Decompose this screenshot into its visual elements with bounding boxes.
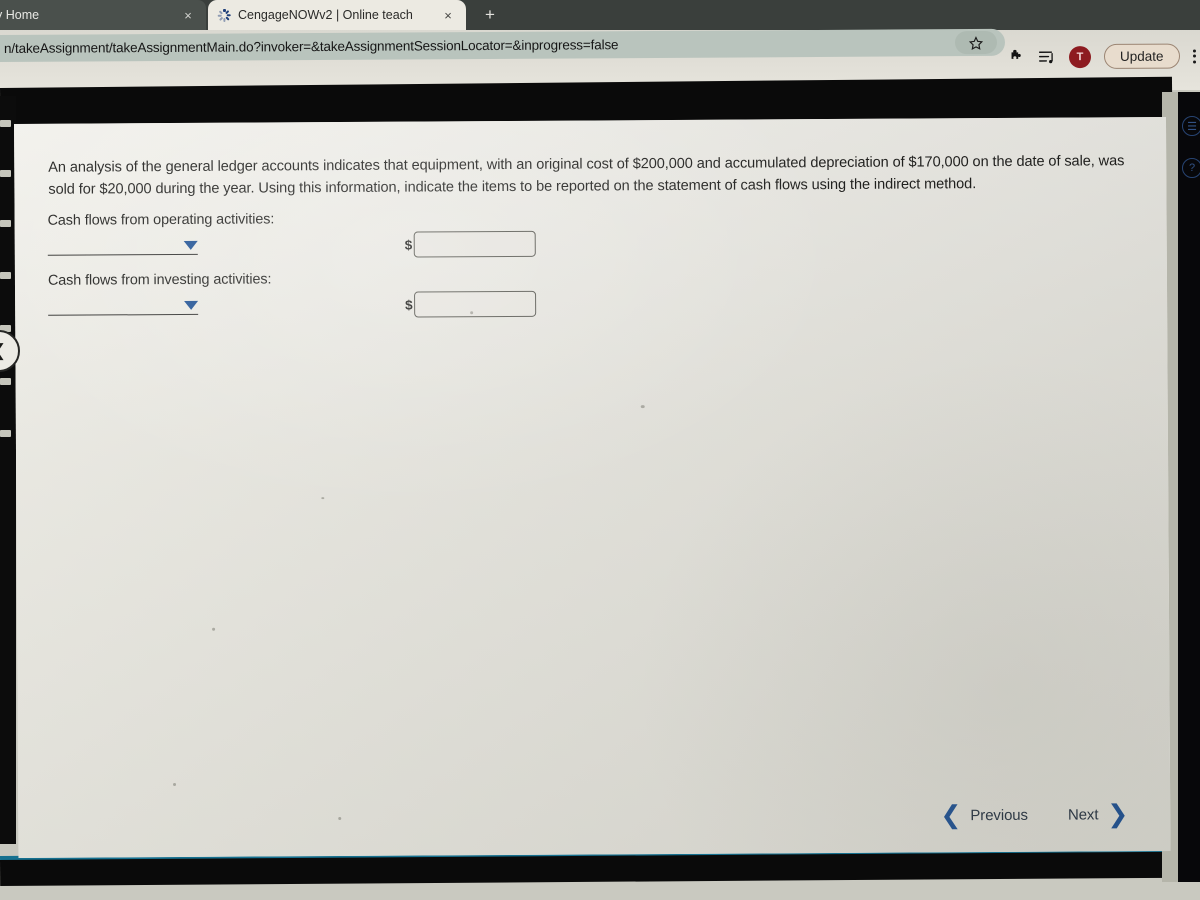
address-bar[interactable]: n/takeAssignment/takeAssignmentMain.do?i… bbox=[0, 28, 1006, 63]
profile-avatar[interactable]: T bbox=[1069, 45, 1092, 68]
select-underline bbox=[47, 232, 198, 256]
investing-amount-input[interactable] bbox=[413, 290, 536, 318]
close-icon[interactable]: × bbox=[180, 7, 196, 23]
menu-icon[interactable]: ☰ bbox=[1182, 116, 1200, 136]
currency-symbol: $ bbox=[404, 237, 413, 253]
bookmark-star-icon[interactable] bbox=[954, 30, 998, 55]
chevron-down-icon[interactable] bbox=[183, 240, 198, 250]
right-dark-panel bbox=[1178, 92, 1200, 882]
operating-amount-input[interactable] bbox=[413, 230, 536, 258]
screenshot-root: y Home × CengageNOWv2 | Online teach × +… bbox=[0, 0, 1200, 900]
help-icon[interactable]: ? bbox=[1182, 158, 1200, 178]
media-playlist-icon[interactable] bbox=[1038, 49, 1056, 65]
browser-chrome: y Home × CengageNOWv2 | Online teach × +… bbox=[0, 0, 1200, 90]
loading-spinner-icon bbox=[218, 8, 232, 22]
operating-amount-row: $ bbox=[404, 230, 536, 258]
left-edge-decor bbox=[0, 100, 12, 800]
browser-action-bar: T Update bbox=[1008, 43, 1197, 70]
browser-tab-strip: y Home × CengageNOWv2 | Online teach × + bbox=[0, 0, 1200, 30]
puzzle-piece-icon[interactable] bbox=[1008, 48, 1025, 65]
operating-activities-select[interactable] bbox=[47, 232, 198, 256]
new-tab-button[interactable]: + bbox=[472, 0, 508, 30]
browser-tab-active[interactable]: CengageNOWv2 | Online teach × bbox=[208, 0, 466, 30]
assignment-page: An analysis of the general ledger accoun… bbox=[14, 116, 1171, 858]
url-text: n/takeAssignment/takeAssignmentMain.do?i… bbox=[3, 37, 619, 56]
chevron-left-icon: ❮ bbox=[940, 801, 962, 830]
previous-button[interactable]: ❮ Previous bbox=[940, 801, 1028, 830]
browser-tab-inactive[interactable]: y Home × bbox=[0, 0, 206, 30]
assignment-navigation: ❮ Previous Next ❯ bbox=[940, 800, 1129, 830]
assignment-page-body: An analysis of the general ledger accoun… bbox=[14, 116, 1171, 858]
chevron-down-icon[interactable] bbox=[184, 300, 199, 310]
kebab-menu-icon[interactable] bbox=[1192, 49, 1197, 64]
browser-tab-title: y Home bbox=[0, 8, 40, 22]
chevron-right-icon: ❯ bbox=[1107, 800, 1129, 829]
operating-activities-label: Cash flows from operating activities: bbox=[47, 211, 275, 229]
investing-activities-select[interactable] bbox=[48, 292, 199, 316]
select-underline bbox=[48, 292, 199, 316]
currency-symbol: $ bbox=[405, 297, 413, 313]
browser-tab-title: CengageNOWv2 | Online teach bbox=[238, 8, 413, 22]
investing-activities-label: Cash flows from investing activities: bbox=[47, 271, 272, 289]
update-button[interactable]: Update bbox=[1104, 43, 1181, 69]
screen-glare-overlay bbox=[14, 116, 1171, 858]
next-button-label: Next bbox=[1067, 806, 1099, 824]
close-icon[interactable]: × bbox=[440, 7, 456, 23]
next-button[interactable]: Next ❯ bbox=[1067, 800, 1129, 829]
question-text: An analysis of the general ledger accoun… bbox=[48, 153, 1125, 198]
previous-button-label: Previous bbox=[970, 806, 1028, 825]
